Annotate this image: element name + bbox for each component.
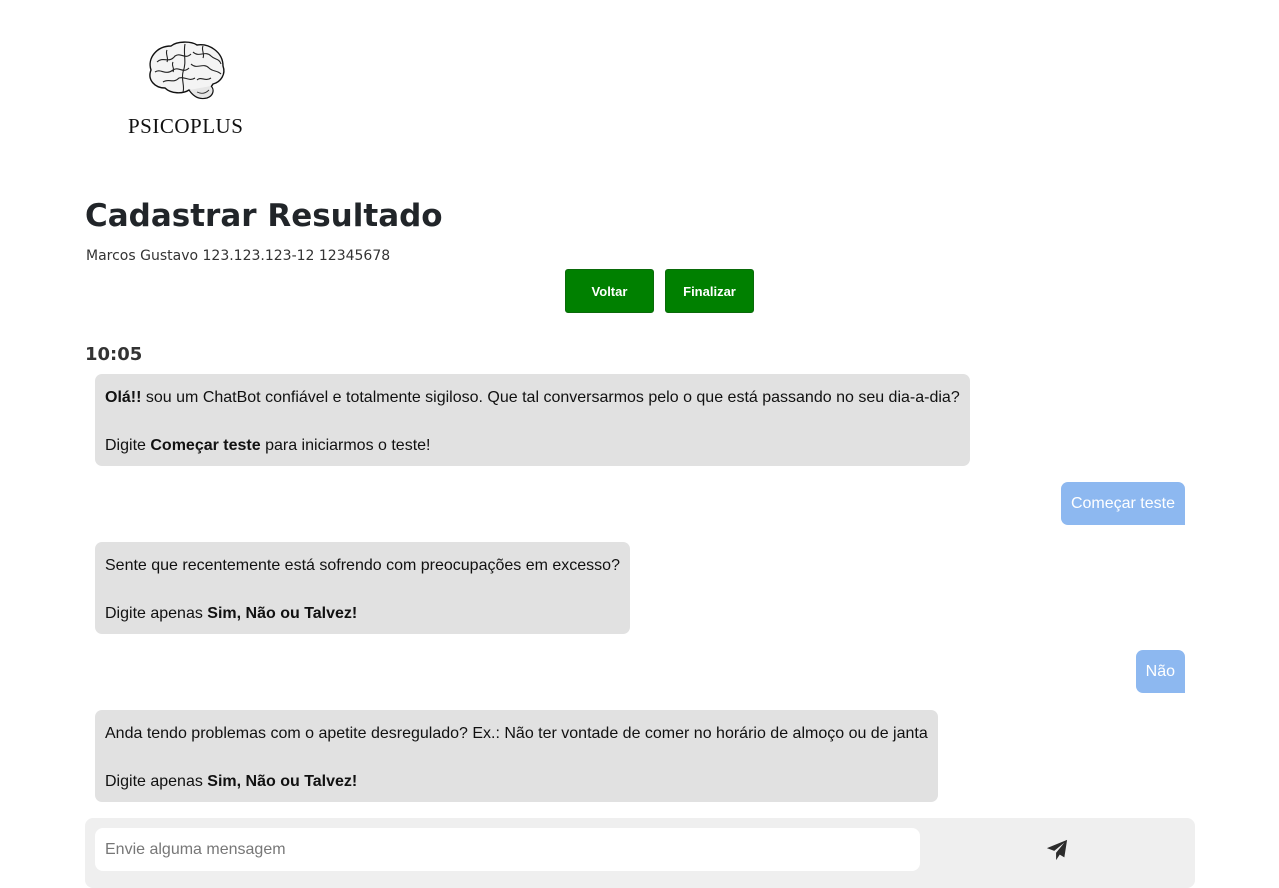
instruction-prefix: Digite apenas	[105, 605, 208, 622]
bot-message: Anda tendo problemas com o apetite desre…	[95, 710, 938, 802]
instruction-prefix: Digite apenas	[105, 773, 208, 790]
message-text: Sente que recentemente está sofrendo com…	[105, 557, 620, 574]
page-title: Cadastrar Resultado	[85, 198, 443, 234]
message-text: sou um ChatBot confiável e totalmente si…	[141, 389, 960, 406]
send-button[interactable]	[1043, 836, 1071, 864]
bot-message: Sente que recentemente está sofrendo com…	[95, 542, 630, 634]
instruction-prefix: Digite	[105, 437, 151, 454]
logo: PSICOPLUS	[128, 40, 244, 139]
brain-icon	[149, 41, 225, 100]
user-message: Começar teste	[1060, 482, 1185, 525]
brand-name: PSICOPLUS	[128, 114, 244, 138]
message-instruction: Digite apenas Sim, Não ou Talvez!	[105, 602, 620, 626]
patient-info: Marcos Gustavo 123.123.123-12 12345678	[86, 248, 391, 264]
message-input[interactable]	[95, 828, 920, 871]
message-instruction: Digite apenas Sim, Não ou Talvez!	[105, 770, 928, 794]
greeting-bold: Olá!!	[105, 389, 142, 406]
message-instruction: Digite Começar teste para iniciarmos o t…	[105, 434, 960, 458]
user-message: Não	[1135, 650, 1185, 693]
instruction-bold: Sim, Não ou Talvez!	[207, 605, 358, 622]
finish-button[interactable]: Finalizar	[665, 269, 754, 313]
instruction-bold: Sim, Não ou Talvez!	[207, 773, 358, 790]
bot-message: Olá!! sou um ChatBot confiável e totalme…	[95, 374, 970, 466]
message-line: Olá!! sou um ChatBot confiável e totalme…	[105, 386, 960, 410]
message-text: Anda tendo problemas com o apetite desre…	[105, 725, 928, 742]
send-icon	[1046, 839, 1068, 861]
instruction-suffix: para iniciarmos o teste!	[260, 437, 431, 454]
chat-timestamp: 10:05	[85, 344, 143, 365]
instruction-bold: Começar teste	[150, 437, 261, 454]
message-composer	[85, 818, 1195, 888]
back-button[interactable]: Voltar	[565, 269, 654, 313]
